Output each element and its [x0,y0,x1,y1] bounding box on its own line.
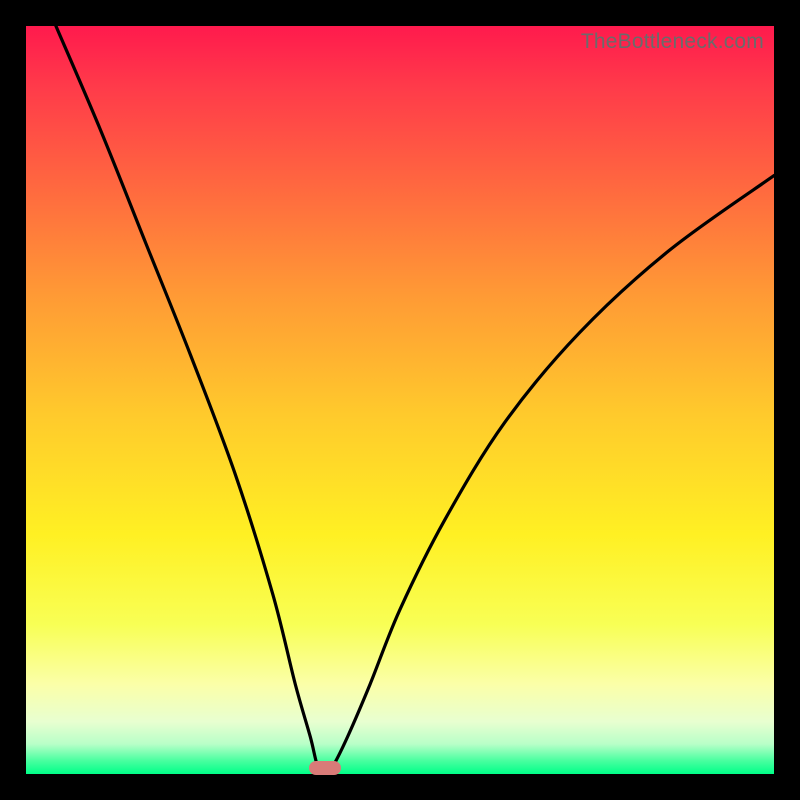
chart-frame: TheBottleneck.com [0,0,800,800]
bottleneck-curve [26,26,774,774]
optimum-marker [309,761,341,775]
plot-area: TheBottleneck.com [26,26,774,774]
